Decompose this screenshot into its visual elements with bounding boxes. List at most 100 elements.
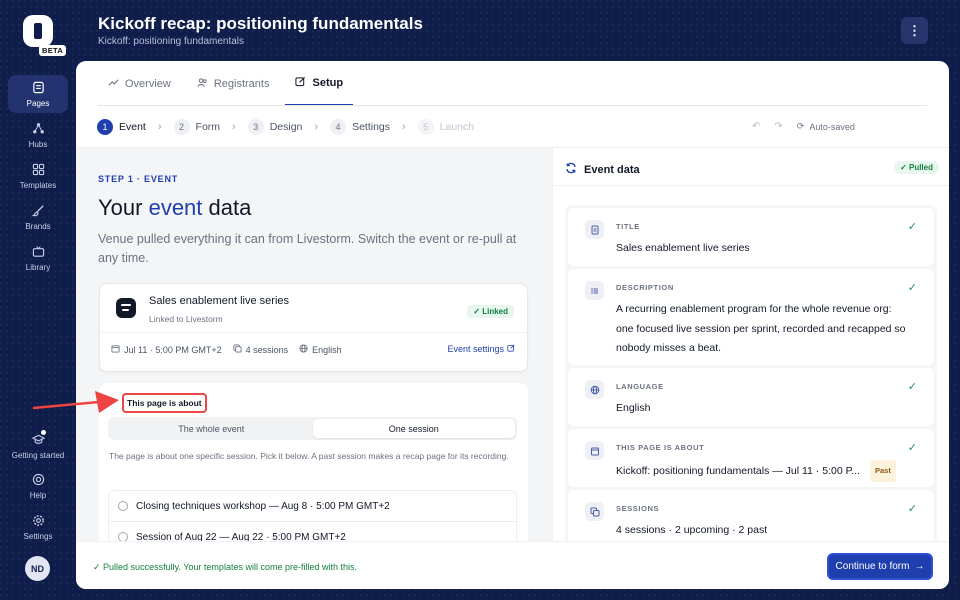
step-headline: Your event data: [98, 195, 251, 221]
hubs-icon: [31, 122, 45, 136]
radio-button[interactable]: [118, 501, 128, 511]
field-value: Kickoff: positioning fundamentals — Jul …: [616, 465, 860, 477]
rail-item-templates[interactable]: Templates: [8, 157, 68, 195]
users-icon: [197, 77, 208, 91]
chevron-right-icon: ›: [314, 121, 319, 133]
tabs-divider: [98, 105, 927, 106]
rail-item-help[interactable]: Help: [8, 467, 68, 505]
footer-bar: ✓ Pulled successfully. Your templates wi…: [76, 541, 949, 589]
event-language-text: English: [312, 344, 342, 355]
event-step-column: STEP 1 · EVENT Your event data Venue pul…: [76, 148, 552, 541]
field-page-about: THIS PAGE IS ABOUT Kickoff: positioning …: [568, 429, 934, 487]
step-label: Event: [119, 121, 146, 133]
step-design[interactable]: 3 Design: [247, 119, 303, 135]
rail-label-getting-started: Getting started: [11, 450, 65, 460]
check-icon: ✓: [907, 503, 917, 515]
continue-to-form-button[interactable]: Continue to form →: [827, 553, 933, 580]
step-eyebrow: STEP 1 · EVENT: [98, 174, 179, 184]
avatar[interactable]: ND: [25, 556, 50, 581]
rail-label-help: Help: [29, 490, 47, 500]
event-source: Linked to Livestorm: [149, 314, 223, 324]
event-data-title: Event data: [584, 163, 640, 176]
more-options-button[interactable]: ⋮: [901, 17, 928, 44]
event-sessions-text: 4 sessions: [245, 344, 289, 355]
globe-icon: [585, 380, 604, 399]
calendar-icon: [111, 344, 120, 355]
continue-label: Continue to form: [835, 561, 910, 572]
option-one-session[interactable]: One session: [312, 419, 515, 438]
step-settings[interactable]: 4 Settings: [330, 119, 390, 135]
chevron-right-icon: ›: [232, 121, 236, 133]
rail-item-hubs[interactable]: Hubs: [8, 116, 68, 154]
session-option[interactable]: Session of Aug 22 — Aug 22 · 5:00 PM GMT…: [109, 522, 516, 541]
field-label: TITLE: [616, 222, 640, 231]
session-option[interactable]: Closing techniques workshop — Aug 8 · 5:…: [109, 491, 516, 522]
tab-setup[interactable]: Setup: [285, 61, 354, 106]
step-label: Launch: [439, 121, 475, 133]
livestorm-icon: [116, 298, 136, 318]
brush-icon: [31, 204, 45, 218]
logo[interactable]: [23, 15, 53, 47]
rail-item-settings[interactable]: Settings: [8, 508, 68, 546]
event-fields: TITLE Sales enablement live series ✓ DES…: [565, 205, 937, 548]
event-meta: Jul 11 · 5:00 PM GMT+2 4 sessions Englis…: [111, 344, 342, 355]
tv-icon: [31, 245, 45, 259]
page-subtitle: Kickoff: positioning fundamentals: [98, 36, 245, 47]
refresh-icon[interactable]: [565, 162, 577, 177]
tab-overview[interactable]: Overview: [98, 61, 181, 106]
past-badge: Past: [869, 460, 896, 482]
field-label: LANGUAGE: [616, 382, 664, 391]
session-list: Closing techniques workshop — Aug 8 · 5:…: [108, 490, 517, 541]
tab-bar: Overview Registrants Setup: [98, 61, 359, 106]
check-icon: ✓: [907, 442, 917, 454]
pages-icon: [31, 81, 45, 95]
tab-registrants-label: Registrants: [213, 77, 270, 90]
scope-help-text: The page is about one specific session. …: [109, 451, 509, 461]
templates-icon: [31, 163, 45, 177]
radio-button[interactable]: [118, 532, 128, 541]
event-settings-link[interactable]: Event settings: [447, 344, 515, 354]
redo-icon[interactable]: ↷: [774, 121, 782, 132]
rail-item-brands[interactable]: Brands: [8, 198, 68, 236]
field-description: DESCRIPTION A recurring enablement progr…: [568, 269, 934, 365]
rail-label-library: Library: [25, 262, 51, 272]
chevron-right-icon: ›: [402, 121, 406, 133]
step-form[interactable]: 2 Form: [173, 119, 220, 135]
main-panel: Overview Registrants Setup 1 Event › 2 For…: [76, 61, 949, 589]
headline-part: data: [202, 195, 252, 220]
step-label: Design: [269, 121, 303, 133]
field-value: Sales enablement live series: [616, 242, 750, 254]
trend-icon: [108, 77, 119, 91]
beta-badge: BETA: [39, 45, 67, 56]
copy-icon: [233, 344, 242, 355]
external-link-icon: [507, 344, 515, 354]
field-sessions: SESSIONS 4 sessions · 2 upcoming · 2 pas…: [568, 490, 934, 548]
event-date: Jul 11 · 5:00 PM GMT+2: [111, 344, 222, 355]
session-label: Session of Aug 22 — Aug 22 · 5:00 PM GMT…: [136, 531, 346, 542]
graduation-cap-icon: [31, 433, 45, 447]
rail-label-settings: Settings: [23, 531, 53, 541]
field-label: THIS PAGE IS ABOUT: [616, 443, 705, 452]
gear-icon: [31, 514, 45, 528]
edit-icon: [295, 76, 306, 90]
step-event[interactable]: 1 Event: [97, 119, 146, 135]
check-icon: ✓: [907, 221, 917, 233]
field-label: SESSIONS: [616, 504, 660, 513]
rail-item-pages[interactable]: Pages: [8, 75, 68, 113]
scope-toggle: The whole event One session: [108, 417, 517, 440]
sync-icon: ⟳: [796, 121, 805, 131]
left-rail: BETA Pages Hubs Templates Brands Library: [0, 0, 76, 600]
linked-badge: ✓ Linked: [467, 305, 514, 318]
rail-item-getting-started[interactable]: Getting started: [8, 427, 68, 465]
rail-label-templates: Templates: [19, 180, 57, 190]
document-icon: [585, 220, 604, 239]
tab-setup-label: Setup: [312, 76, 344, 89]
rail-label-brands: Brands: [25, 221, 51, 231]
rail-item-library[interactable]: Library: [8, 239, 68, 277]
step-lead: Venue pulled everything it can from Live…: [98, 232, 517, 265]
tab-registrants[interactable]: Registrants: [187, 61, 280, 106]
pull-status-message: ✓ Pulled successfully. Your templates wi…: [93, 562, 357, 572]
option-whole-event[interactable]: The whole event: [110, 419, 313, 438]
undo-icon[interactable]: ↶: [752, 121, 760, 132]
field-value: English: [616, 402, 651, 414]
